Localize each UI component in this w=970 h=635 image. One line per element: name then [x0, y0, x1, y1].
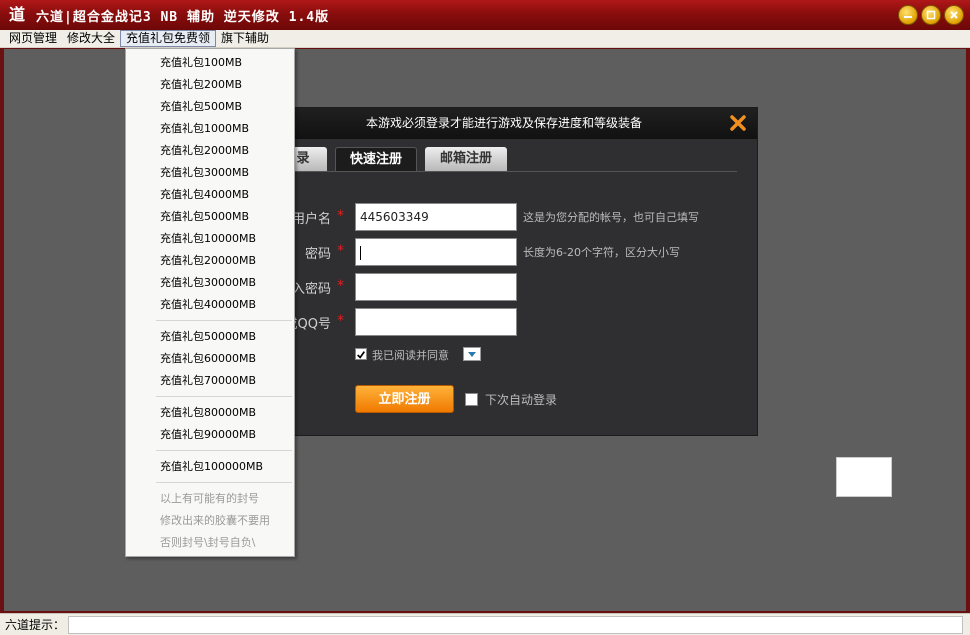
menu-separator [156, 320, 292, 321]
text-caret [360, 245, 361, 260]
confirm-password-input[interactable] [355, 273, 517, 301]
title-bar[interactable]: 道 六道|超合金战记3 NB 辅助 逆天修改 1.4版 [0, 0, 970, 30]
dialog-title: 本游戏必须登录才能进行游戏及保存进度和等级装备 [251, 108, 757, 139]
menu-item-20000mb[interactable]: 充值礼包20000MB [160, 251, 256, 271]
menu-note-capsule-warning: 修改出来的胶囊不要用 [160, 514, 270, 527]
recharge-dropdown-menu: 充值礼包100MB 充值礼包200MB 充值礼包500MB 充值礼包1000MB… [125, 48, 295, 557]
menu-item-100000mb[interactable]: 充值礼包100000MB [160, 457, 263, 477]
agree-checkbox[interactable] [355, 348, 367, 360]
register-button[interactable]: 立即注册 [355, 385, 454, 413]
menu-item-200mb[interactable]: 充值礼包200MB [160, 75, 242, 95]
required-mark: * [337, 243, 344, 259]
menu-free-recharge[interactable]: 充值礼包免费领 [120, 30, 217, 47]
close-icon[interactable] [729, 114, 747, 132]
agree-text[interactable]: 我已阅读并同意 [372, 347, 449, 363]
username-input[interactable]: 445603349 [355, 203, 517, 231]
menu-item-5000mb[interactable]: 充值礼包5000MB [160, 207, 249, 227]
qq-input[interactable] [355, 308, 517, 336]
close-icon [950, 11, 958, 19]
menu-note-self-responsible: 否则封号\封号自负\ [160, 536, 256, 549]
window-title: 六道|超合金战记3 NB 辅助 逆天修改 1.4版 [36, 9, 330, 25]
menu-web-manage[interactable]: 网页管理 [4, 30, 62, 47]
menu-item-60000mb[interactable]: 充值礼包60000MB [160, 349, 256, 369]
tab-quick-register[interactable]: 快速注册 [335, 147, 417, 171]
menu-item-100mb[interactable]: 充值礼包100MB [160, 53, 242, 73]
status-field [68, 615, 964, 634]
required-mark: * [337, 278, 344, 294]
password-hint: 长度为6-20个字符，区分大小写 [523, 246, 680, 259]
menu-item-10000mb[interactable]: 充值礼包10000MB [160, 229, 256, 249]
maximize-button[interactable] [921, 5, 941, 25]
agreement-dropdown[interactable] [463, 347, 481, 361]
menu-note-ban-warning: 以上有可能有的封号 [160, 492, 259, 505]
window-controls [898, 5, 964, 25]
menu-item-90000mb[interactable]: 充值礼包90000MB [160, 425, 256, 445]
menu-item-50000mb[interactable]: 充值礼包50000MB [160, 327, 256, 347]
menu-item-70000mb[interactable]: 充值礼包70000MB [160, 371, 256, 391]
menu-item-2000mb[interactable]: 充值礼包2000MB [160, 141, 249, 161]
blank-panel [836, 457, 892, 497]
menu-separator [156, 396, 292, 397]
maximize-icon [926, 10, 936, 20]
minimize-icon [904, 16, 912, 18]
menu-item-1000mb[interactable]: 充值礼包1000MB [160, 119, 249, 139]
auto-login-label[interactable]: 下次自动登录 [485, 391, 557, 408]
required-mark: * [337, 313, 344, 329]
auto-login-checkbox[interactable] [465, 393, 478, 406]
menu-item-3000mb[interactable]: 充值礼包3000MB [160, 163, 249, 183]
menu-item-40000mb[interactable]: 充值礼包40000MB [160, 295, 256, 315]
checkmark-icon [357, 351, 366, 359]
tab-email-register[interactable]: 邮箱注册 [425, 147, 507, 171]
menu-item-30000mb[interactable]: 充值礼包30000MB [160, 273, 256, 293]
chevron-down-icon [468, 352, 476, 357]
menu-item-80000mb[interactable]: 充值礼包80000MB [160, 403, 256, 423]
tab-divider [281, 171, 737, 172]
required-mark: * [337, 208, 344, 224]
menu-affiliated-tools[interactable]: 旗下辅助 [216, 30, 274, 47]
register-dialog: 本游戏必须登录才能进行游戏及保存进度和等级装备 录 快速注册 邮箱注册 用户名 … [250, 107, 758, 436]
password-input[interactable] [355, 238, 517, 266]
status-bar: 六道提示： [0, 613, 970, 635]
app-icon: 道 [8, 5, 25, 24]
status-label: 六道提示： [5, 618, 66, 632]
menu-item-4000mb[interactable]: 充值礼包4000MB [160, 185, 249, 205]
minimize-button[interactable] [898, 5, 918, 25]
menu-modify-all[interactable]: 修改大全 [62, 30, 120, 47]
menu-separator [156, 482, 292, 483]
menu-bar: 网页管理 修改大全 充值礼包免费领 旗下辅助 [0, 30, 970, 48]
menu-item-500mb[interactable]: 充值礼包500MB [160, 97, 242, 117]
menu-separator [156, 450, 292, 451]
username-hint: 这是为您分配的帐号，也可自己填写 [523, 211, 699, 224]
close-button[interactable] [944, 5, 964, 25]
